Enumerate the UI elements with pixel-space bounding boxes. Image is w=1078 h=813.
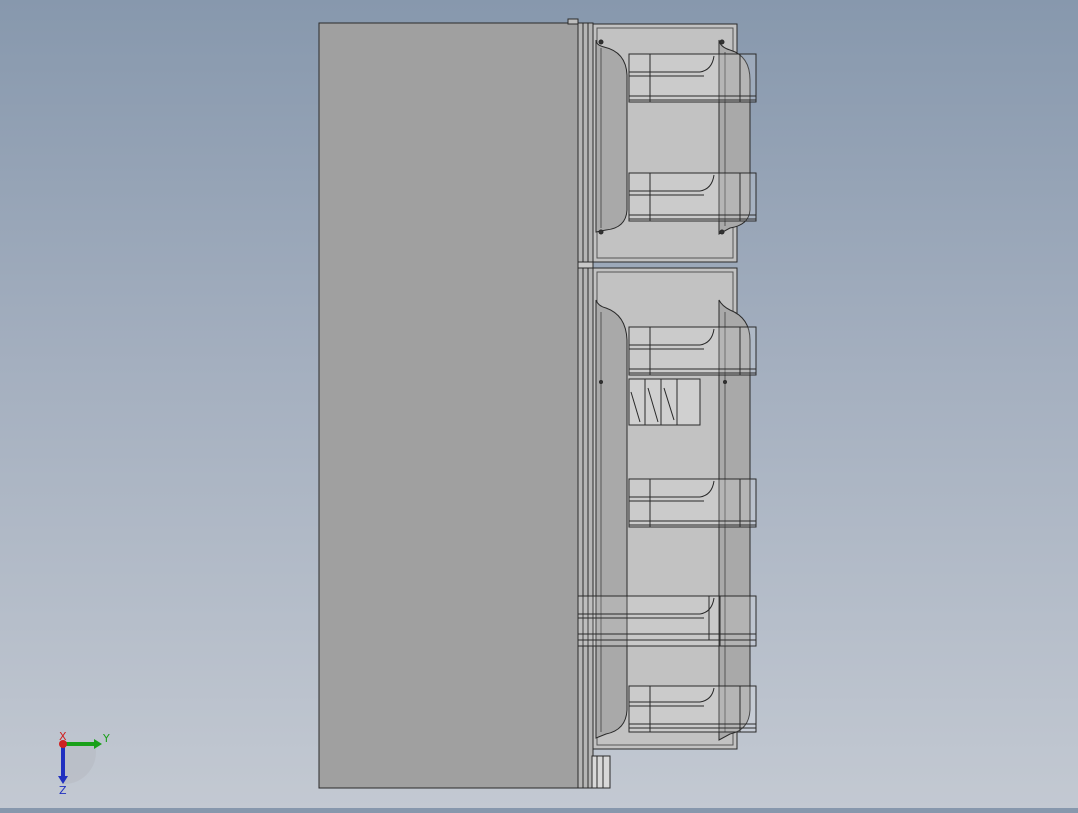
- cabinet-side-panel[interactable]: [318, 22, 579, 789]
- z-axis-label: Z: [59, 784, 67, 796]
- freezer-shelf-top[interactable]: [628, 53, 757, 103]
- fridge-shelf-4[interactable]: [628, 685, 757, 733]
- y-axis-label: Y: [102, 732, 110, 745]
- base-foot: [591, 755, 611, 789]
- middle-hinge: [577, 261, 594, 269]
- fridge-shelf-3[interactable]: [577, 595, 757, 647]
- x-axis-label: X: [59, 730, 67, 743]
- freezer-shelf-bottom[interactable]: [628, 172, 757, 222]
- graphics-viewport[interactable]: [0, 0, 1078, 808]
- fridge-shelf-1[interactable]: [628, 326, 757, 376]
- egg-tray[interactable]: [628, 378, 701, 426]
- coordinate-triad: X Y Z: [40, 726, 130, 797]
- hinge-strip: [577, 22, 594, 789]
- refrigerator-model[interactable]: [0, 0, 1078, 808]
- upper-hinge: [567, 18, 579, 25]
- fridge-shelf-2[interactable]: [628, 478, 757, 528]
